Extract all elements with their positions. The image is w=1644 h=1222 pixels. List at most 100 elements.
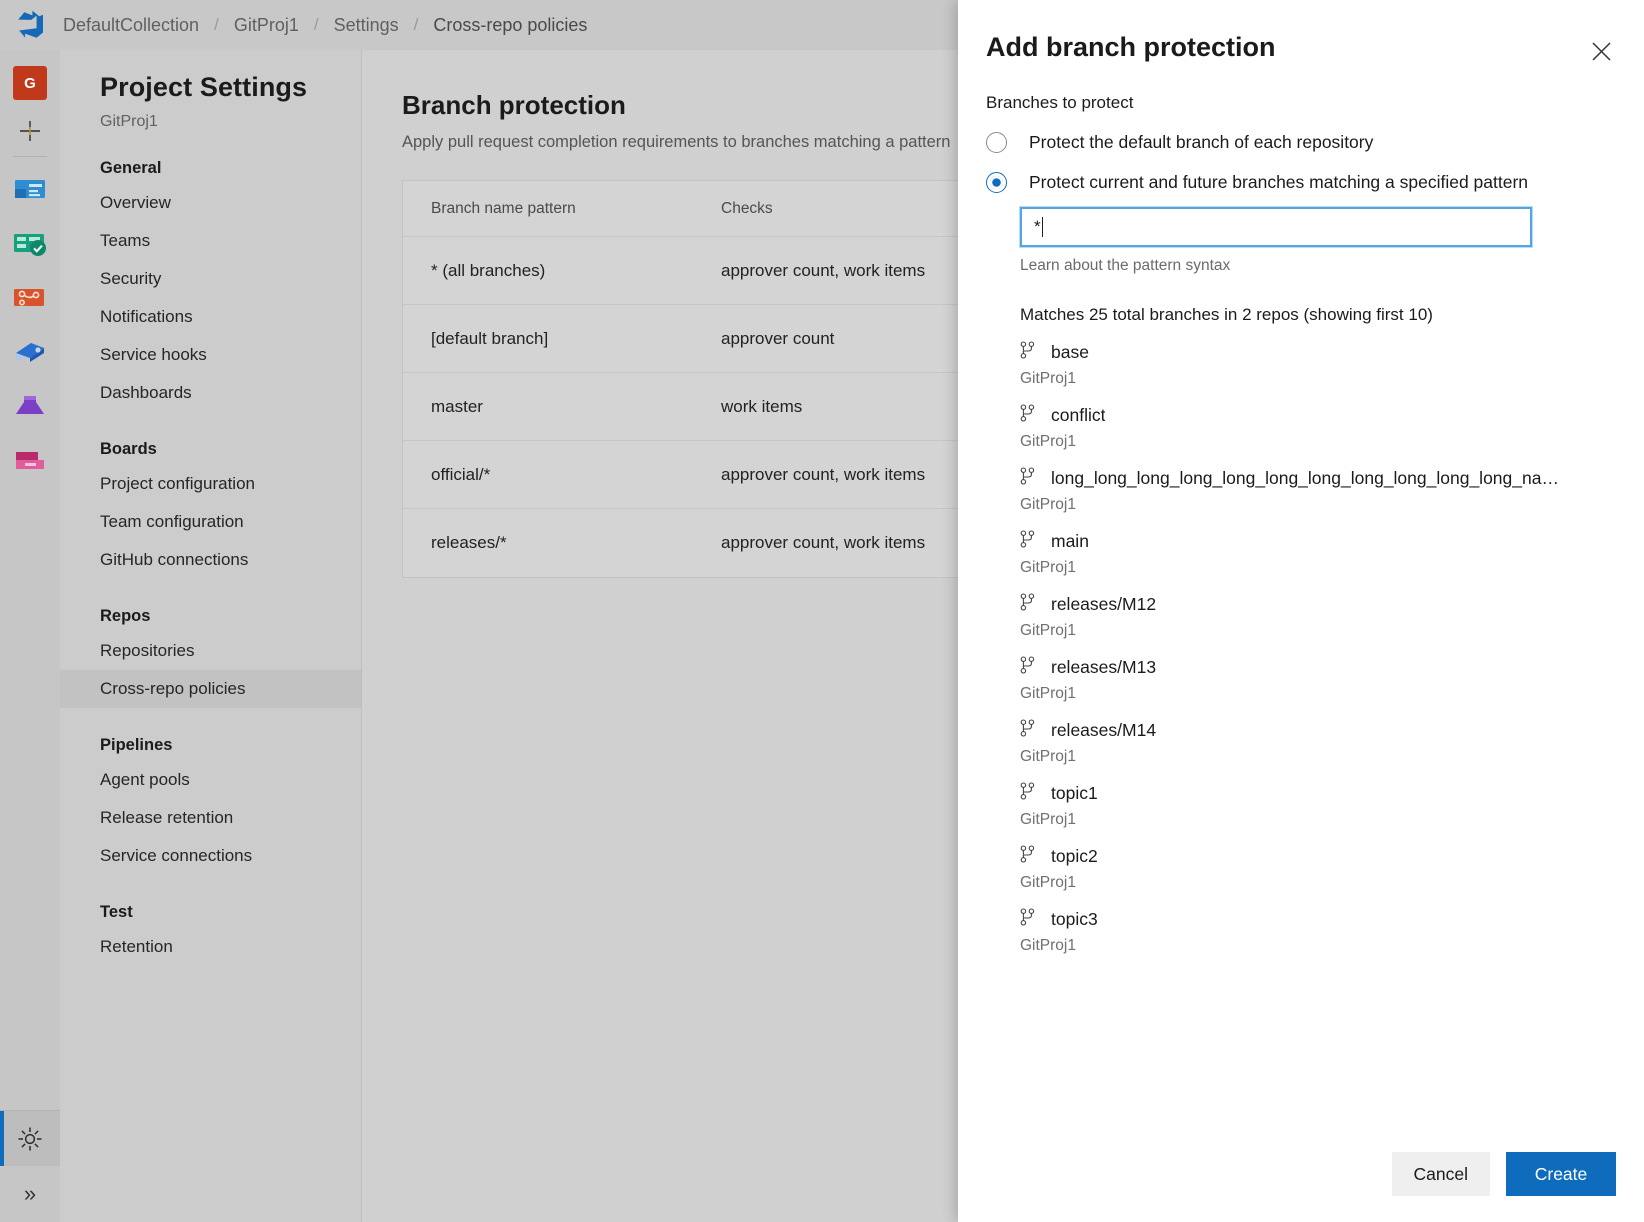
branch-repo: GitProj1 [1020, 622, 1616, 640]
dialog-header: Add branch protection [958, 0, 1644, 63]
git-branch-icon [1020, 908, 1035, 931]
branch-line: base [1020, 341, 1616, 364]
test-plans-icon[interactable] [8, 379, 52, 433]
list-item: main GitProj1 [1020, 530, 1616, 577]
sidebar-item-overview[interactable]: Overview [60, 184, 361, 222]
branch-repo: GitProj1 [1020, 370, 1616, 388]
list-item: topic2 GitProj1 [1020, 845, 1616, 892]
radio-label-default-branch: Protect the default branch of each repos… [1029, 132, 1373, 153]
dialog-body: Branches to protect Protect the default … [958, 63, 1644, 1152]
git-branch-icon [1020, 845, 1035, 868]
breadcrumb-separator: / [202, 15, 231, 35]
git-branch-icon [1020, 782, 1035, 805]
breadcrumb-item-2[interactable]: Settings [331, 15, 402, 36]
git-branch-icon [1020, 530, 1035, 553]
project-settings-nav: Project Settings GitProj1 General Overvi… [60, 50, 362, 1222]
radio-protect-default-branch[interactable]: Protect the default branch of each repos… [986, 132, 1616, 153]
sidebar-item-service-connections[interactable]: Service connections [60, 837, 361, 875]
global-nav-rail: G [0, 50, 60, 1222]
branch-line: conflict [1020, 404, 1616, 427]
sidebar-item-dashboards[interactable]: Dashboards [60, 374, 361, 412]
branch-name: topic1 [1051, 783, 1098, 804]
branch-name: base [1051, 342, 1089, 363]
git-branch-icon [1020, 341, 1035, 364]
rail-divider [13, 156, 47, 157]
cancel-button[interactable]: Cancel [1392, 1152, 1490, 1196]
dialog-title: Add branch protection [986, 32, 1604, 63]
branch-line: releases/M12 [1020, 593, 1616, 616]
branch-line: topic3 [1020, 908, 1616, 931]
sidebar-item-team-configuration[interactable]: Team configuration [60, 503, 361, 541]
organization-avatar[interactable]: G [13, 66, 47, 100]
cell-pattern: * (all branches) [403, 261, 721, 281]
branch-repo: GitProj1 [1020, 748, 1616, 766]
radio-protect-pattern[interactable]: Protect current and future branches matc… [986, 172, 1616, 193]
branch-repo: GitProj1 [1020, 685, 1616, 703]
column-header-branch-name-pattern: Branch name pattern [403, 200, 721, 218]
repos-icon[interactable] [8, 271, 52, 325]
branch-line: topic1 [1020, 782, 1616, 805]
nav-heading-pipelines: Pipelines [60, 708, 361, 761]
add-icon[interactable] [8, 108, 52, 154]
sidebar-item-notifications[interactable]: Notifications [60, 298, 361, 336]
sidebar-item-release-retention[interactable]: Release retention [60, 799, 361, 837]
page-title: Project Settings [60, 50, 361, 103]
breadcrumb-item-3[interactable]: Cross-repo policies [430, 15, 590, 36]
matched-branch-list: base GitProj1 [1020, 341, 1616, 955]
project-name: GitProj1 [60, 103, 361, 131]
branch-pattern-input[interactable]: * [1020, 207, 1532, 247]
cell-pattern: official/* [403, 465, 721, 485]
list-item: base GitProj1 [1020, 341, 1616, 388]
branch-line: main [1020, 530, 1616, 553]
pattern-syntax-link[interactable]: Learn about the pattern syntax [1020, 257, 1616, 275]
radio-icon-checked[interactable] [986, 172, 1007, 193]
branch-repo: GitProj1 [1020, 811, 1616, 829]
list-item: releases/M14 GitProj1 [1020, 719, 1616, 766]
sidebar-item-security[interactable]: Security [60, 260, 361, 298]
git-branch-icon [1020, 719, 1035, 742]
radio-icon-unchecked[interactable] [986, 132, 1007, 153]
sidebar-item-agent-pools[interactable]: Agent pools [60, 761, 361, 799]
branch-line: releases/M14 [1020, 719, 1616, 742]
list-item: releases/M12 GitProj1 [1020, 593, 1616, 640]
sidebar-item-cross-repo-policies[interactable]: Cross-repo policies [60, 670, 361, 708]
sidebar-item-service-hooks[interactable]: Service hooks [60, 336, 361, 374]
branch-repo: GitProj1 [1020, 433, 1616, 451]
app-root: DefaultCollection / GitProj1 / Settings … [0, 0, 1644, 1222]
expand-nav-icon[interactable]: » [0, 1166, 60, 1222]
sidebar-item-repositories[interactable]: Repositories [60, 632, 361, 670]
sidebar-item-project-configuration[interactable]: Project configuration [60, 465, 361, 503]
git-branch-icon [1020, 593, 1035, 616]
breadcrumb-item-1[interactable]: GitProj1 [231, 15, 302, 36]
branch-name: long_long_long_long_long_long_long_long_… [1051, 468, 1563, 489]
add-branch-protection-panel: Add branch protection Branches to protec… [958, 0, 1644, 1222]
create-button[interactable]: Create [1506, 1152, 1616, 1196]
azure-devops-logo[interactable] [0, 0, 60, 50]
matches-summary: Matches 25 total branches in 2 repos (sh… [1020, 305, 1616, 325]
cell-pattern: [default branch] [403, 329, 721, 349]
boards-icon[interactable] [8, 217, 52, 271]
git-branch-icon [1020, 656, 1035, 679]
sidebar-item-retention[interactable]: Retention [60, 928, 361, 966]
branch-pattern-input-value: * [1034, 217, 1041, 237]
list-item: topic3 GitProj1 [1020, 908, 1616, 955]
git-branch-icon [1020, 467, 1035, 490]
artifacts-icon[interactable] [8, 433, 52, 487]
breadcrumb-item-0[interactable]: DefaultCollection [60, 15, 202, 36]
branch-name: topic2 [1051, 846, 1098, 867]
branch-name: main [1051, 531, 1089, 552]
nav-heading-test: Test [60, 875, 361, 928]
branch-repo: GitProj1 [1020, 496, 1616, 514]
list-item: conflict GitProj1 [1020, 404, 1616, 451]
nav-heading-general: General [60, 131, 361, 184]
pipelines-icon[interactable] [8, 325, 52, 379]
close-icon[interactable] [1584, 34, 1618, 68]
sidebar-item-teams[interactable]: Teams [60, 222, 361, 260]
nav-heading-repos: Repos [60, 579, 361, 632]
overview-icon[interactable] [8, 163, 52, 217]
branch-name: releases/M13 [1051, 657, 1156, 678]
cell-pattern: master [403, 397, 721, 417]
sidebar-item-github-connections[interactable]: GitHub connections [60, 541, 361, 579]
project-settings-gear-icon[interactable] [0, 1110, 60, 1166]
breadcrumb-separator: / [302, 15, 331, 35]
